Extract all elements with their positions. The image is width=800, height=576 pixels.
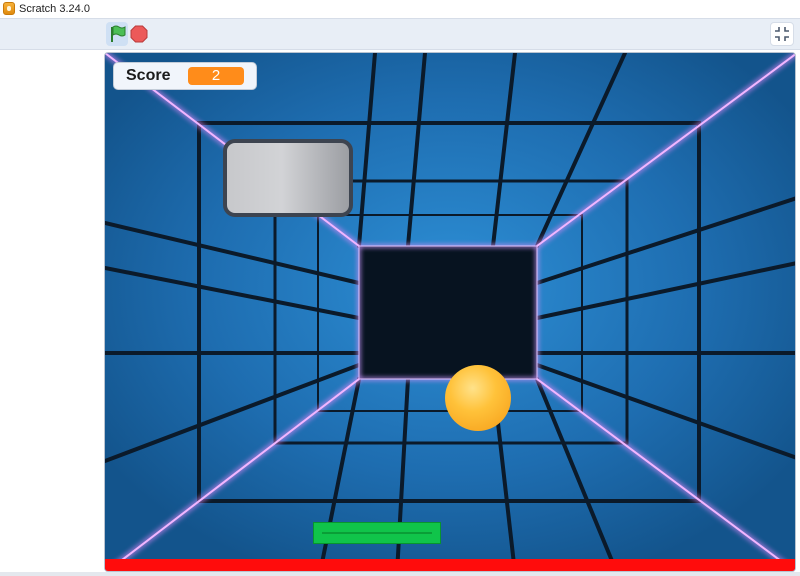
score-value: 2 (188, 67, 244, 85)
tunnel-background (105, 53, 795, 571)
paddle-sprite[interactable] (313, 522, 441, 544)
window-title: Scratch 3.24.0 (19, 3, 90, 15)
green-flag-icon (111, 25, 126, 42)
stop-icon (130, 25, 148, 43)
bottom-edge (0, 572, 800, 576)
game-stage[interactable]: Score 2 (104, 52, 796, 572)
window-title-bar: Scratch 3.24.0 (0, 0, 800, 18)
stage-toolbar (0, 18, 800, 50)
score-label: Score (126, 67, 171, 84)
stop-button[interactable] (130, 25, 148, 43)
scratch-app-icon (3, 2, 15, 15)
unfullscreen-button[interactable] (770, 22, 794, 46)
green-flag-button[interactable] (106, 22, 128, 46)
unfullscreen-icon (775, 27, 789, 41)
floor-red-line (105, 559, 795, 571)
score-monitor: Score 2 (113, 62, 257, 90)
gray-brick-sprite (223, 139, 353, 217)
ball-sprite (445, 365, 511, 431)
